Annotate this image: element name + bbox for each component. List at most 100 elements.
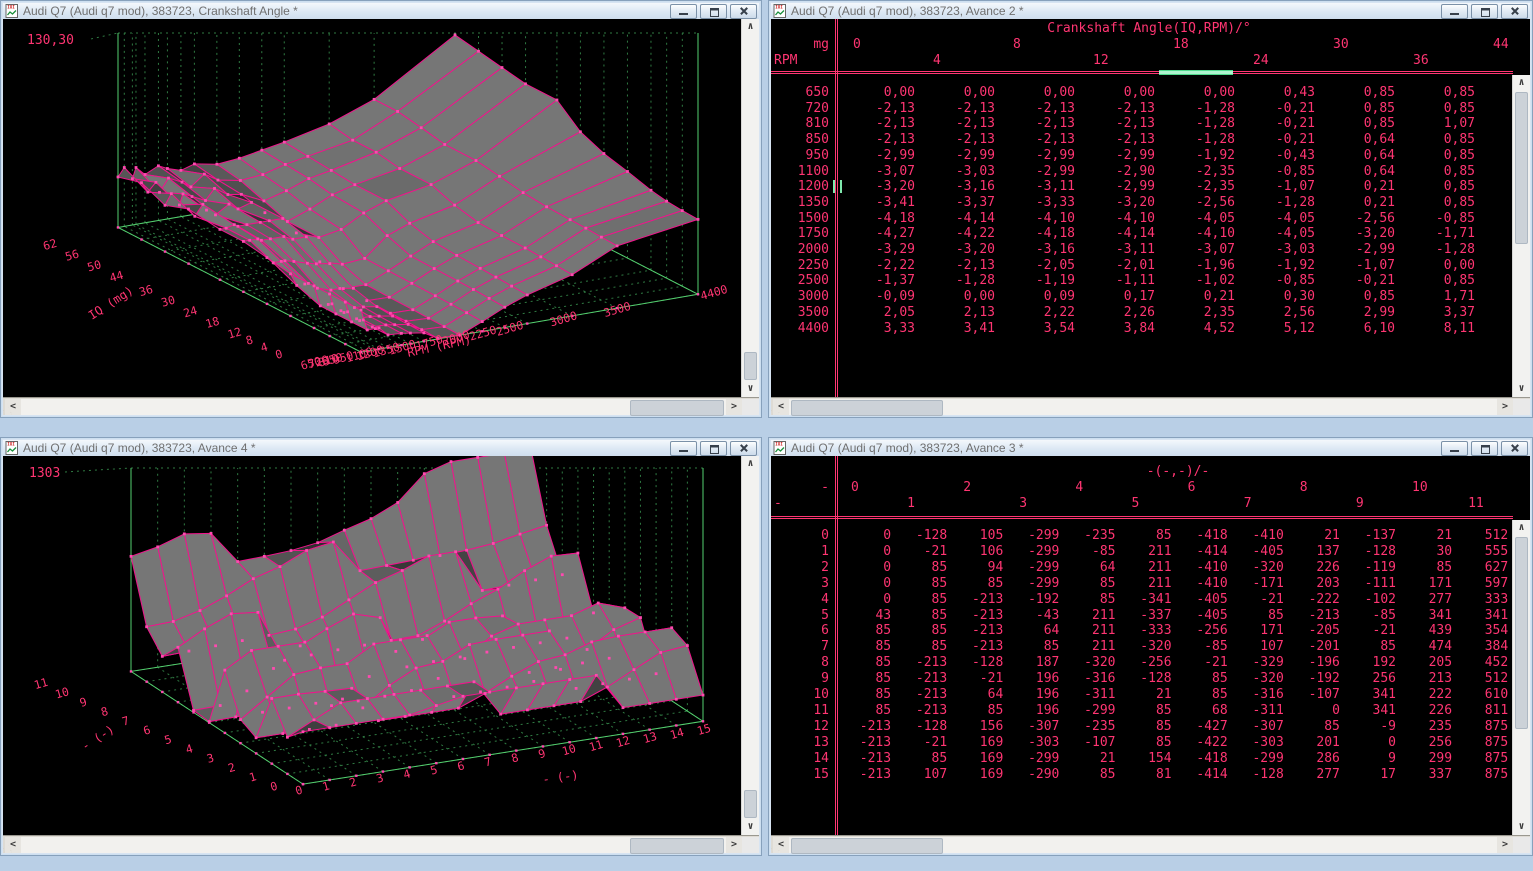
table-cell[interactable]: -213: [895, 671, 947, 686]
table-cell[interactable]: 203: [1288, 576, 1340, 591]
hscroll-thumb[interactable]: [791, 400, 943, 416]
table-cell[interactable]: -4,05: [1239, 211, 1315, 226]
table-cell[interactable]: -2,35: [1159, 179, 1235, 194]
table-cell[interactable]: -299: [1063, 703, 1115, 718]
restore-button[interactable]: [700, 441, 727, 456]
table-cell[interactable]: 8,11: [1399, 321, 1475, 336]
table-cell[interactable]: -320: [1063, 655, 1115, 670]
scroll-left-button[interactable]: <: [5, 399, 21, 415]
table-cell[interactable]: -307: [1007, 719, 1059, 734]
table-cell[interactable]: 256: [1400, 735, 1452, 750]
titlebar[interactable]: IOI Audi Q7 (Audi q7 mod), 383723, Avanc…: [771, 440, 1530, 456]
table-cell[interactable]: -4,14: [919, 211, 995, 226]
table-cell[interactable]: -2,13: [919, 132, 995, 147]
table-cell[interactable]: 3,84: [1079, 321, 1155, 336]
table-cell[interactable]: -1,28: [1159, 116, 1235, 131]
table-cell[interactable]: 0,85: [1319, 101, 1395, 116]
table-cell[interactable]: 21: [1063, 751, 1115, 766]
table-cell[interactable]: 0,85: [1399, 132, 1475, 147]
table-cell[interactable]: -2,13: [999, 101, 1075, 116]
table-cell[interactable]: -21: [1232, 592, 1284, 607]
table-cell[interactable]: -4,05: [1239, 226, 1315, 241]
table-cell[interactable]: 0,00: [919, 289, 995, 304]
table-cell[interactable]: -1,11: [1079, 273, 1155, 288]
table-cell[interactable]: -222: [1288, 592, 1340, 607]
table-cell[interactable]: -1,92: [1239, 258, 1315, 273]
table-cell[interactable]: 0: [839, 528, 891, 543]
hscroll-thumb[interactable]: [630, 838, 724, 854]
table-cell[interactable]: 222: [1400, 687, 1452, 702]
table-cell[interactable]: 85: [1120, 528, 1172, 543]
table-cell[interactable]: 627: [1456, 560, 1508, 575]
table-cell[interactable]: 64: [1063, 560, 1115, 575]
table-cell[interactable]: -213: [895, 687, 947, 702]
table-cell[interactable]: -410: [1176, 576, 1228, 591]
table-cell[interactable]: -137: [1344, 528, 1396, 543]
table-cell[interactable]: 0,85: [1399, 85, 1475, 100]
table-cell[interactable]: 341: [1344, 703, 1396, 718]
table-cell[interactable]: 85: [839, 687, 891, 702]
table-cell[interactable]: 156: [951, 719, 1003, 734]
table-cell[interactable]: -1,96: [1159, 258, 1235, 273]
table-cell[interactable]: 2,35: [1159, 305, 1235, 320]
table-cell[interactable]: 286: [1288, 751, 1340, 766]
table-cell[interactable]: -299: [1007, 544, 1059, 559]
table-cell[interactable]: -2,13: [919, 116, 995, 131]
scroll-left-button[interactable]: <: [773, 399, 789, 415]
close-button[interactable]: [730, 4, 757, 19]
table-cell[interactable]: -4,10: [1159, 226, 1235, 241]
table-cell[interactable]: 0,64: [1319, 132, 1395, 147]
table-cell[interactable]: 85: [1063, 592, 1115, 607]
table-cell[interactable]: -213: [839, 751, 891, 766]
table-cell[interactable]: 68: [1176, 703, 1228, 718]
table-cell[interactable]: -1,02: [1159, 273, 1235, 288]
vertical-scrollbar[interactable]: ∧∨: [741, 19, 759, 397]
table-cell[interactable]: 187: [1007, 655, 1059, 670]
table-cell[interactable]: -213: [839, 735, 891, 750]
table-cell[interactable]: -1,37: [839, 273, 915, 288]
table-cell[interactable]: 211: [1120, 576, 1172, 591]
table-cell[interactable]: -1,07: [1239, 179, 1315, 194]
table-cell[interactable]: -235: [1063, 528, 1115, 543]
table-cell[interactable]: 85: [839, 655, 891, 670]
vscroll-thumb[interactable]: [744, 352, 757, 380]
surface-plot-avance4[interactable]: 012345678910111213141501234567891011- (-…: [3, 456, 742, 835]
hscroll-thumb[interactable]: [791, 838, 943, 854]
table-cell[interactable]: -213: [839, 719, 891, 734]
vertical-scrollbar[interactable]: ∧∨: [741, 456, 759, 835]
table-cell[interactable]: 85: [895, 639, 947, 654]
table-cell[interactable]: -299: [1007, 576, 1059, 591]
table-cell[interactable]: -2,99: [999, 164, 1075, 179]
table-cell[interactable]: -3,20: [839, 179, 915, 194]
hscroll-track[interactable]: [789, 837, 1497, 853]
table-cell[interactable]: -21: [951, 671, 1003, 686]
table-cell[interactable]: -107: [1063, 735, 1115, 750]
table-cell[interactable]: -0,85: [1399, 211, 1475, 226]
table-cell[interactable]: -21: [895, 544, 947, 559]
table-cell[interactable]: -128: [1232, 767, 1284, 782]
table-cell[interactable]: -3,16: [999, 242, 1075, 257]
table-cell[interactable]: -0,85: [1239, 273, 1315, 288]
vertical-scrollbar[interactable]: ∧∨: [1512, 75, 1530, 397]
table-cell[interactable]: -3,07: [839, 164, 915, 179]
table-cell[interactable]: -119: [1344, 560, 1396, 575]
table-cell[interactable]: 85: [895, 592, 947, 607]
table-cell[interactable]: 0,85: [1399, 273, 1475, 288]
table-cell[interactable]: -414: [1176, 544, 1228, 559]
table-cell[interactable]: -1,28: [1399, 242, 1475, 257]
table-cell[interactable]: 0: [839, 544, 891, 559]
table-cell[interactable]: -201: [1288, 639, 1340, 654]
table-cell[interactable]: 875: [1456, 751, 1508, 766]
table-cell[interactable]: -3,11: [1079, 242, 1155, 257]
table-cell[interactable]: -3,20: [1319, 226, 1395, 241]
table-cell[interactable]: 0,64: [1319, 148, 1395, 163]
table-cell[interactable]: -128: [895, 528, 947, 543]
table-cell[interactable]: -2,13: [999, 132, 1075, 147]
table-cell[interactable]: -2,90: [1079, 164, 1155, 179]
table-cell[interactable]: -3,20: [919, 242, 995, 257]
table-cell[interactable]: 201: [1288, 735, 1340, 750]
table-cell[interactable]: -422: [1176, 735, 1228, 750]
table-cell[interactable]: -418: [1176, 751, 1228, 766]
table-cell[interactable]: 256: [1344, 671, 1396, 686]
scroll-right-button[interactable]: >: [726, 399, 742, 415]
